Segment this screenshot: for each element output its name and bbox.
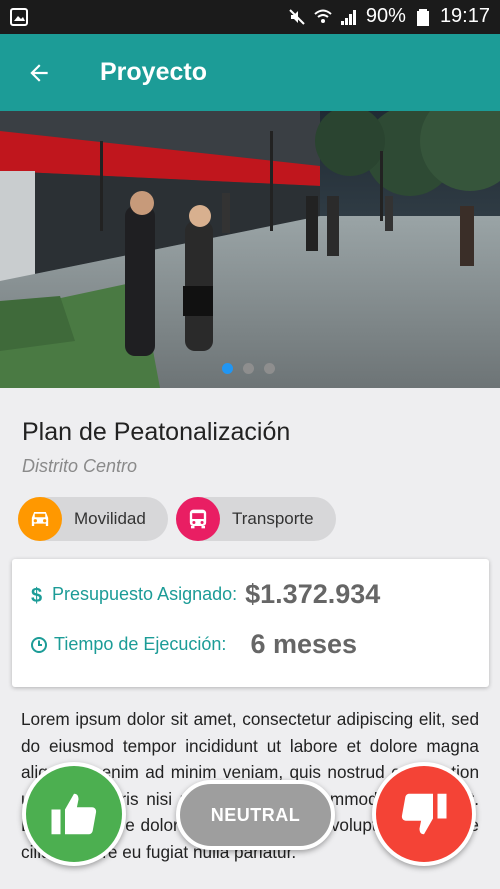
category-label: Movilidad (74, 509, 146, 528)
carousel-dot[interactable] (243, 363, 254, 374)
carousel-dot[interactable] (222, 363, 233, 374)
battery-icon (416, 8, 429, 26)
budget-value: $1.372.934 (245, 579, 381, 609)
mute-icon (289, 8, 305, 25)
project-photo (0, 111, 500, 388)
project-title: Plan de Peatonalización (22, 418, 291, 446)
vote-down-button[interactable] (372, 762, 476, 866)
category-label: Transporte (232, 509, 314, 528)
time-row: Tiempo de Ejecución: 6 meses (30, 629, 357, 660)
time-label: Tiempo de Ejecución: (54, 634, 227, 654)
clock-icon (31, 636, 47, 653)
status-bar: 90% 19:17 (0, 0, 500, 34)
car-icon (18, 497, 62, 541)
svg-text:$: $ (31, 585, 42, 607)
battery-percent: 90% (365, 5, 406, 27)
signal-icon (340, 9, 356, 25)
budget-label: Presupuesto Asignado: (52, 584, 238, 604)
carousel-indicator (222, 363, 275, 374)
wifi-icon (314, 9, 332, 23)
project-info-card: $ Presupuesto Asignado: $1.372.934 Tiemp… (12, 559, 489, 687)
project-district: Distrito Centro (22, 456, 138, 476)
thumbs-up-icon (51, 793, 97, 835)
budget-row: $ Presupuesto Asignado: $1.372.934 (30, 579, 380, 610)
app-bar: Proyecto (0, 34, 500, 111)
time-value: 6 meses (250, 629, 358, 659)
arrow-back-icon (30, 64, 48, 82)
category-chip-transporte[interactable]: Transporte (176, 497, 336, 541)
project-image-carousel[interactable] (0, 111, 500, 388)
vote-neutral-button[interactable]: NEUTRAL (176, 780, 335, 850)
gallery-notification-icon (10, 8, 28, 26)
back-button[interactable] (18, 52, 60, 94)
thumbs-down-icon (401, 793, 447, 835)
carousel-dot[interactable] (264, 363, 275, 374)
vote-up-button[interactable] (22, 762, 126, 866)
clock: 19:17 (439, 5, 490, 27)
bus-icon (176, 497, 220, 541)
dollar-icon: $ (31, 585, 42, 607)
page-title: Proyecto (100, 58, 207, 86)
category-chip-movilidad[interactable]: Movilidad (18, 497, 168, 541)
